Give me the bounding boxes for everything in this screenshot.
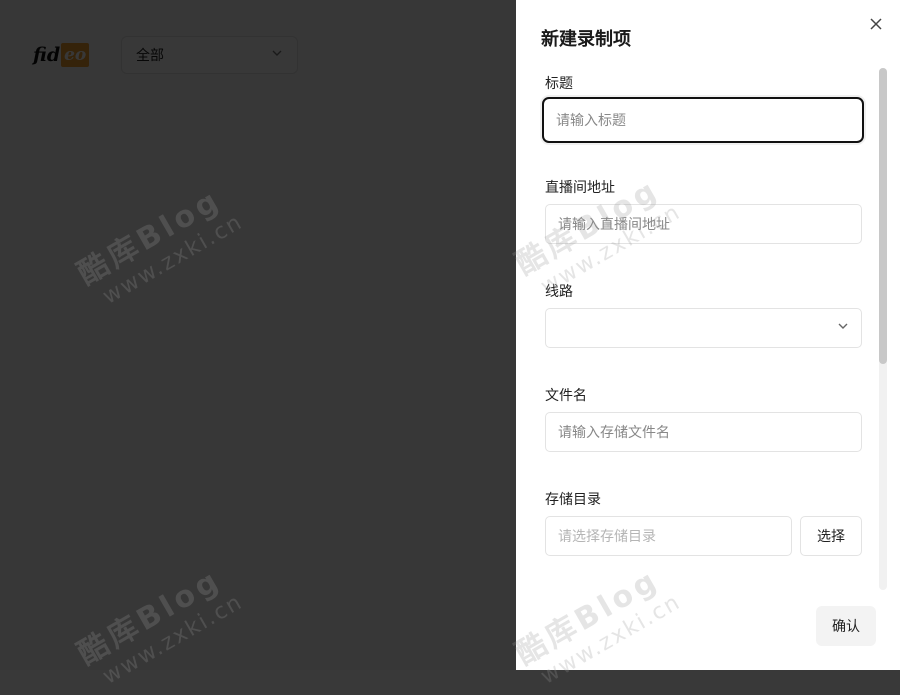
new-recording-drawer: 新建录制项 标题 请输入标题 直播间地址 请输入直播间地址 线路 文件名 请输入… <box>510 0 900 690</box>
title-field: 标题 <box>545 73 862 93</box>
room-url-input-placeholder: 请输入直播间地址 <box>558 217 670 233</box>
room-url-input[interactable]: 请输入直播间地址 <box>545 204 862 244</box>
drawer-title: 新建录制项 <box>541 29 631 50</box>
filename-input-placeholder: 请输入存储文件名 <box>558 425 670 441</box>
storage-dir-field: 存储目录 <box>545 489 862 509</box>
title-input[interactable]: 请输入标题 <box>542 97 864 143</box>
line-label: 线路 <box>545 284 573 300</box>
storage-dir-input[interactable]: 请选择存储目录 <box>545 516 792 556</box>
close-button[interactable] <box>866 14 886 34</box>
storage-dir-label: 存储目录 <box>545 492 601 508</box>
choose-dir-button-label: 选择 <box>817 529 845 545</box>
title-label: 标题 <box>545 76 573 92</box>
confirm-button-label: 确认 <box>832 619 860 635</box>
chevron-down-icon <box>837 320 849 336</box>
line-field: 线路 <box>545 281 862 301</box>
watermark: 酷库Blog www.zxki.cn <box>506 551 685 694</box>
watermark-line1: 酷库Blog <box>510 562 666 673</box>
choose-dir-button[interactable]: 选择 <box>800 516 862 556</box>
line-select[interactable] <box>545 308 862 348</box>
room-url-field: 直播间地址 <box>545 177 862 197</box>
watermark-line2: www.zxki.cn <box>536 589 686 690</box>
room-url-label: 直播间地址 <box>545 180 615 196</box>
filename-field: 文件名 <box>545 385 862 405</box>
title-input-placeholder: 请输入标题 <box>556 113 626 129</box>
filename-input[interactable]: 请输入存储文件名 <box>545 412 862 452</box>
close-icon <box>870 18 882 30</box>
scrollbar-thumb[interactable] <box>879 68 887 364</box>
storage-dir-input-placeholder: 请选择存储目录 <box>558 529 656 545</box>
filename-label: 文件名 <box>545 388 587 404</box>
confirm-button[interactable]: 确认 <box>816 606 876 646</box>
